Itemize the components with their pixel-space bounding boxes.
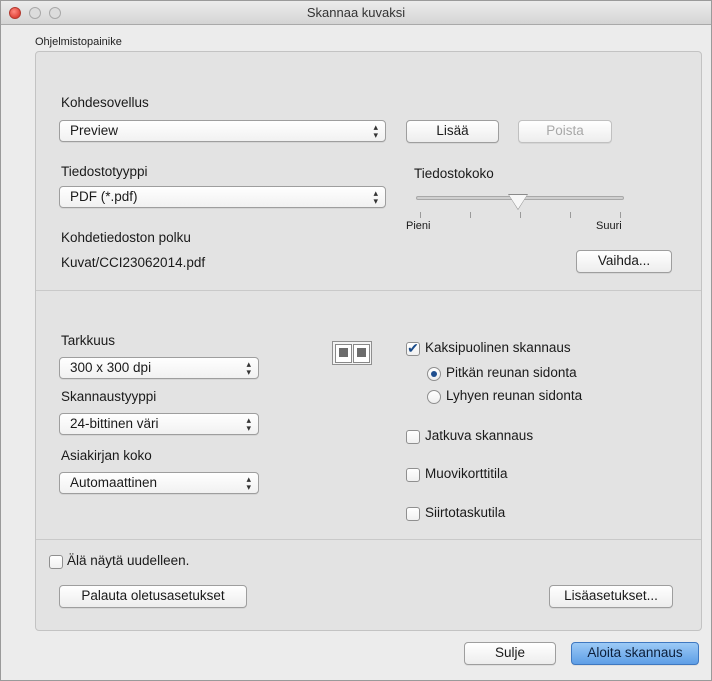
start-scan-button[interactable]: Aloita skannaus [571, 642, 699, 665]
resolution-popup[interactable]: 300 x 300 dpi ▴ ▾ [59, 357, 259, 379]
duplex-page-front-icon [335, 344, 352, 363]
file-type-label: Tiedostotyyppi [61, 164, 148, 179]
target-app-value: Preview [70, 123, 119, 138]
dont-show-checkbox[interactable] [49, 555, 63, 569]
plastic-card-checkbox[interactable] [406, 468, 420, 482]
divider [36, 539, 701, 540]
divider [36, 290, 701, 291]
close-button[interactable]: Sulje [464, 642, 556, 665]
duplex-checkbox[interactable]: ✔ [406, 341, 420, 356]
group-label: Ohjelmistopainike [35, 36, 122, 48]
restore-defaults-button[interactable]: Palauta oletusasetukset [59, 585, 247, 608]
resolution-label: Tarkkuus [61, 333, 116, 348]
scan-type-popup[interactable]: 24-bittinen väri ▴ ▾ [59, 413, 259, 435]
software-button-group: Kohdesovellus Preview ▴ ▾ Lisää Poista Ti… [35, 51, 702, 631]
scan-type-value: 24-bittinen väri [70, 416, 159, 431]
carrier-sheet-label: Siirtotaskutila [425, 505, 506, 520]
remove-button[interactable]: Poista [518, 120, 612, 143]
dont-show-label: Älä näytä uudelleen. [67, 553, 190, 568]
popup-arrows-icon: ▴ ▾ [373, 122, 378, 140]
popup-arrows-icon: ▴ ▾ [373, 188, 378, 206]
advanced-settings-button[interactable]: Lisäasetukset... [549, 585, 673, 608]
long-edge-radio[interactable] [427, 367, 441, 381]
dest-path-label: Kohdetiedoston polku [61, 230, 191, 245]
slider-tick [470, 212, 471, 218]
file-size-min-label: Pieni [406, 220, 431, 232]
doc-size-label: Asiakirjan koko [61, 448, 152, 463]
short-edge-label: Lyhyen reunan sidonta [446, 388, 583, 403]
slider-tick [420, 212, 421, 218]
title-bar[interactable]: Skannaa kuvaksi [1, 1, 711, 25]
target-app-label: Kohdesovellus [61, 95, 149, 110]
doc-size-popup[interactable]: Automaattinen ▴ ▾ [59, 472, 259, 494]
popup-arrows-icon: ▴ ▾ [246, 415, 251, 433]
slider-tick [520, 212, 521, 218]
duplex-icon [332, 341, 372, 365]
add-button[interactable]: Lisää [406, 120, 499, 143]
short-edge-radio[interactable] [427, 390, 441, 404]
slider-tick [570, 212, 571, 218]
duplex-label: Kaksipuolinen skannaus [425, 340, 571, 355]
continuous-scan-checkbox[interactable] [406, 430, 420, 444]
window-title: Skannaa kuvaksi [306, 5, 406, 20]
file-size-label: Tiedostokoko [414, 166, 494, 181]
duplex-page-back-icon [353, 344, 370, 363]
file-size-slider-thumb[interactable] [509, 195, 527, 209]
file-size-max-label: Suuri [596, 220, 622, 232]
change-path-button[interactable]: Vaihda... [576, 250, 672, 273]
slider-tick [620, 212, 621, 218]
file-type-value: PDF (*.pdf) [70, 189, 138, 204]
long-edge-label: Pitkän reunan sidonta [446, 365, 577, 380]
plastic-card-label: Muovikorttitila [425, 466, 508, 481]
continuous-scan-label: Jatkuva skannaus [425, 428, 534, 443]
target-app-popup[interactable]: Preview ▴ ▾ [59, 120, 386, 142]
popup-arrows-icon: ▴ ▾ [246, 474, 251, 492]
scan-type-label: Skannaustyyppi [61, 389, 157, 404]
dest-path-value: Kuvat/CCI23062014.pdf [61, 255, 206, 270]
carrier-sheet-checkbox[interactable] [406, 507, 420, 521]
file-type-popup[interactable]: PDF (*.pdf) ▴ ▾ [59, 186, 386, 208]
doc-size-value: Automaattinen [70, 475, 158, 490]
resolution-value: 300 x 300 dpi [70, 360, 152, 375]
scan-dialog-window: Skannaa kuvaksi Ohjelmistopainike Kohdes… [0, 0, 712, 681]
popup-arrows-icon: ▴ ▾ [246, 359, 251, 377]
